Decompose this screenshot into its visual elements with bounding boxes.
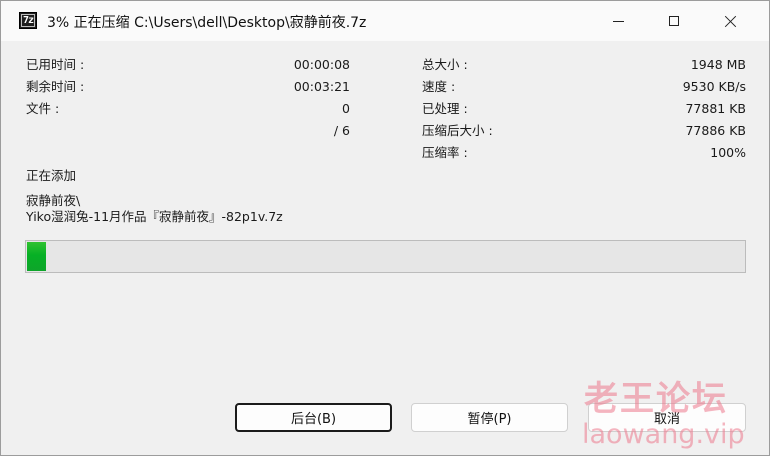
maximize-icon: [669, 16, 679, 26]
minimize-button[interactable]: [590, 1, 646, 41]
window-title: 3% 正在压缩 C:\Users\dell\Desktop\寂静前夜.7z: [47, 15, 367, 31]
files-value: 0: [342, 101, 350, 116]
speed-value: 9530 KB/s: [682, 79, 746, 94]
compression-progress-window: 7z 3% 正在压缩 C:\Users\dell\Desktop\寂静前夜.7z…: [0, 0, 770, 456]
status-heading: 正在添加: [26, 168, 77, 183]
current-folder: 寂静前夜\: [26, 193, 81, 208]
files-label: 文件 :: [26, 101, 60, 116]
close-icon: [725, 15, 737, 27]
compression-ratio-label: 压缩率 :: [422, 145, 468, 160]
processed-label: 已处理 :: [422, 101, 468, 116]
background-button[interactable]: 后台(B): [235, 403, 392, 432]
maximize-button[interactable]: [646, 1, 702, 41]
minimize-icon: [612, 20, 624, 22]
progress-bar-fill: [27, 242, 46, 271]
progress-bar: [25, 240, 746, 273]
elapsed-time-label: 已用时间 :: [26, 57, 85, 72]
total-size-label: 总大小 :: [422, 57, 468, 72]
compressed-size-label: 压缩后大小 :: [422, 123, 493, 138]
compressed-size-value: 77886 KB: [685, 123, 746, 138]
pause-button[interactable]: 暂停(P): [411, 403, 568, 432]
close-button[interactable]: [703, 1, 759, 41]
current-file: Yiko湿润兔-11月作品『寂静前夜』-82p1v.7z: [26, 209, 283, 224]
speed-label: 速度 :: [422, 79, 456, 94]
remaining-time-value: 00:03:21: [293, 79, 350, 94]
processed-value: 77881 KB: [685, 101, 746, 116]
total-size-value: 1948 MB: [690, 57, 746, 72]
remaining-time-label: 剩余时间 :: [26, 79, 85, 94]
files-total-value: / 6: [333, 123, 350, 138]
watermark-url: laowang.vip: [582, 419, 745, 450]
compression-ratio-value: 100%: [710, 145, 746, 160]
watermark-text: 老王论坛: [584, 379, 728, 419]
elapsed-time-value: 00:00:08: [293, 57, 350, 72]
title-bar[interactable]: 7z 3% 正在压缩 C:\Users\dell\Desktop\寂静前夜.7z: [1, 1, 769, 41]
7zip-icon: 7z: [19, 12, 37, 29]
